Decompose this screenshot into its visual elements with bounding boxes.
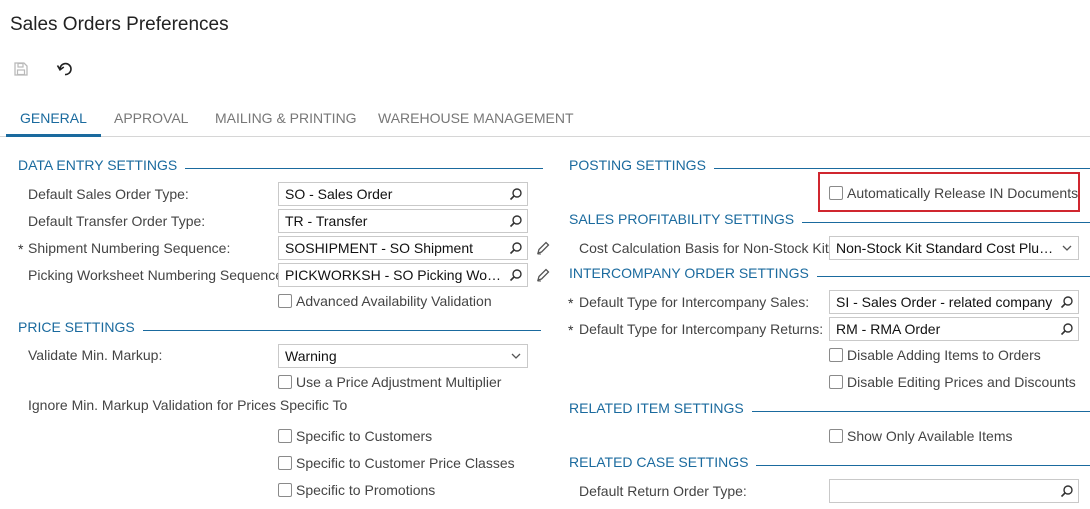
checkbox[interactable] [278, 294, 292, 308]
search-icon[interactable] [509, 268, 523, 282]
tab-bar: GENERAL APPROVAL MAILING & PRINTING WARE… [0, 100, 1090, 137]
cost-calculation-basis-select[interactable]: Non-Stock Kit Standard Cost Plus St... [829, 236, 1079, 260]
intercompany-order-settings-header: INTERCOMPANY ORDER SETTINGS [569, 265, 1090, 281]
default-intercompany-returns-label: Default Type for Intercompany Returns: [579, 321, 824, 337]
search-icon[interactable] [1060, 484, 1074, 498]
default-transfer-order-type-label: Default Transfer Order Type: [28, 213, 206, 229]
checkbox[interactable] [829, 348, 843, 362]
page-title: Sales Orders Preferences [10, 14, 229, 35]
default-intercompany-sales-field[interactable]: SI - Sales Order - related company [829, 290, 1079, 314]
search-icon[interactable] [509, 187, 523, 201]
tab-approval[interactable]: APPROVAL [100, 100, 202, 137]
price-settings-header: PRICE SETTINGS [18, 319, 541, 335]
save-icon [14, 62, 28, 76]
search-icon[interactable] [509, 241, 523, 255]
tab-warehouse-management[interactable]: WAREHOUSE MANAGEMENT [364, 100, 588, 137]
use-price-adjustment-checkbox[interactable]: Use a Price Adjustment Multiplier [278, 374, 501, 390]
shipment-numbering-sequence-label: Shipment Numbering Sequence: [28, 240, 231, 256]
chevron-down-icon [1062, 245, 1072, 251]
checkbox[interactable] [829, 429, 843, 443]
validate-min-markup-select[interactable]: Warning [278, 344, 528, 368]
default-sales-order-type-label: Default Sales Order Type: [28, 186, 189, 202]
default-return-order-type-field[interactable] [829, 479, 1079, 503]
required-marker: * [568, 322, 574, 338]
default-sales-order-type-field[interactable]: SO - Sales Order [278, 182, 528, 206]
disable-adding-items-checkbox[interactable]: Disable Adding Items to Orders [829, 347, 1041, 363]
undo-button[interactable] [54, 58, 76, 80]
checkbox[interactable] [278, 375, 292, 389]
search-icon[interactable] [1060, 295, 1074, 309]
picking-worksheet-numbering-label: Picking Worksheet Numbering Sequence: [28, 267, 287, 283]
highlight-box [818, 172, 1080, 212]
specific-to-price-classes-checkbox[interactable]: Specific to Customer Price Classes [278, 455, 515, 471]
tab-general[interactable]: GENERAL [6, 100, 101, 137]
related-case-settings-header: RELATED CASE SETTINGS [569, 454, 1090, 470]
related-item-settings-header: RELATED ITEM SETTINGS [569, 400, 1090, 416]
picking-worksheet-numbering-field[interactable]: PICKWORKSH - SO Picking Workshe [278, 263, 528, 287]
default-intercompany-sales-label: Default Type for Intercompany Sales: [579, 294, 810, 310]
default-return-order-type-label: Default Return Order Type: [579, 483, 747, 499]
posting-settings-header: POSTING SETTINGS [569, 157, 1090, 173]
validate-min-markup-label: Validate Min. Markup: [28, 347, 163, 363]
checkbox[interactable] [829, 375, 843, 389]
default-transfer-order-type-field[interactable]: TR - Transfer [278, 209, 528, 233]
advanced-availability-checkbox[interactable]: Advanced Availability Validation [278, 293, 492, 309]
checkbox[interactable] [278, 456, 292, 470]
required-marker: * [18, 241, 24, 257]
default-intercompany-returns-field[interactable]: RM - RMA Order [829, 317, 1079, 341]
search-icon[interactable] [509, 214, 523, 228]
checkbox[interactable] [278, 429, 292, 443]
checkbox[interactable] [278, 483, 292, 497]
pencil-icon[interactable] [535, 240, 551, 256]
chevron-down-icon [511, 353, 521, 359]
specific-to-promotions-checkbox[interactable]: Specific to Promotions [278, 482, 435, 498]
required-marker: * [568, 295, 574, 311]
save-button[interactable] [10, 58, 32, 80]
sales-profitability-settings-header: SALES PROFITABILITY SETTINGS [569, 211, 1090, 227]
shipment-numbering-sequence-field[interactable]: SOSHIPMENT - SO Shipment [278, 236, 528, 260]
ignore-min-markup-label: Ignore Min. Markup Validation for Prices… [28, 397, 348, 413]
undo-icon [56, 62, 72, 76]
disable-editing-prices-checkbox[interactable]: Disable Editing Prices and Discounts [829, 374, 1076, 390]
specific-to-customers-checkbox[interactable]: Specific to Customers [278, 428, 432, 444]
cost-calculation-basis-label: Cost Calculation Basis for Non-Stock Kit… [579, 240, 840, 256]
show-only-available-items-checkbox[interactable]: Show Only Available Items [829, 428, 1013, 444]
search-icon[interactable] [1060, 322, 1074, 336]
tab-mailing-printing[interactable]: MAILING & PRINTING [201, 100, 371, 137]
pencil-icon[interactable] [535, 267, 551, 283]
data-entry-settings-header: DATA ENTRY SETTINGS [18, 157, 544, 173]
